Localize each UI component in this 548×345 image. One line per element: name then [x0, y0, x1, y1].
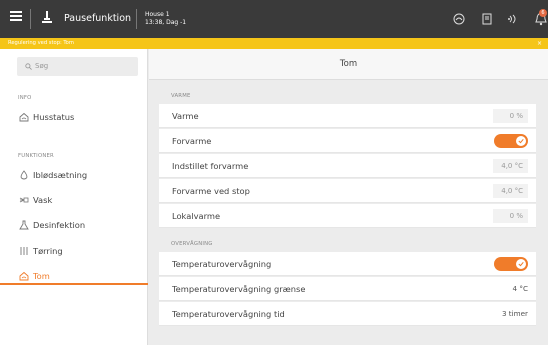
setting-label: Indstillet forvarme	[172, 161, 249, 171]
house-name: House 1	[145, 11, 170, 18]
forvarme-toggle[interactable]	[494, 134, 528, 148]
notification-badge: 6	[539, 9, 547, 17]
search-placeholder: Søg	[35, 62, 49, 70]
setting-row-indstillet-forvarme: Indstillet forvarme 4,0 °C	[159, 154, 536, 178]
setting-value-field[interactable]: 0 %	[493, 209, 528, 223]
setting-label: Temperaturovervågning grænse	[172, 284, 306, 294]
menu-icon[interactable]	[10, 11, 22, 21]
close-icon[interactable]: ×	[537, 38, 542, 49]
divider	[30, 9, 31, 29]
setting-value-field[interactable]: 4,0 °C	[493, 184, 528, 198]
sidebar-item-torring[interactable]: Tørring	[0, 240, 148, 262]
main-panel: Tom VARME Varme 0 % Forvarme Indstillet …	[149, 49, 548, 345]
setting-row-forvarme: Forvarme	[159, 129, 536, 153]
setting-label: Forvarme	[172, 136, 212, 146]
sidebar-item-iblodsaetning[interactable]: Iblødsætning	[0, 164, 148, 186]
setting-row-forvarme-ved-stop: Forvarme ved stop 4,0 °C	[159, 179, 536, 203]
setting-row-varme: Varme 0 %	[159, 104, 536, 128]
drop-icon	[20, 169, 28, 179]
setting-value-field[interactable]: 4,0 °C	[493, 159, 528, 173]
setting-label: Temperaturovervågning	[172, 259, 272, 269]
house-time: 13:38, Dag -1	[145, 19, 187, 26]
check-icon	[518, 261, 524, 267]
setting-label: Forvarme ved stop	[172, 186, 250, 196]
search-icon	[25, 62, 32, 70]
top-bar: Pausefunktion House 1 13:38, Dag -1 6	[0, 0, 548, 38]
page-title: Tom	[149, 49, 548, 80]
banner-text: Regulering ved stop: Tom	[8, 40, 74, 46]
setting-row-temperaturovervagning-graense[interactable]: Temperaturovervågning grænse 4 °C	[159, 277, 536, 301]
setting-value: 4 °C	[512, 284, 528, 293]
setting-label: Temperaturovervågning tid	[172, 309, 285, 319]
sidebar-item-label: Iblødsætning	[33, 170, 88, 180]
setting-value: 3 timer	[501, 309, 528, 318]
setting-row-temperaturovervagning-tid[interactable]: Temperaturovervågning tid 3 timer	[159, 302, 536, 326]
setting-label: Lokalvarme	[172, 211, 221, 221]
check-icon	[518, 138, 524, 144]
sidebar-item-husstatus[interactable]: Husstatus	[0, 106, 148, 128]
sidebar-item-label: Desinfektion	[33, 220, 86, 230]
search-input[interactable]: Søg	[17, 57, 138, 76]
sidebar-item-desinfektion[interactable]: Desinfektion	[0, 214, 148, 236]
section-label-funktioner: FUNKTIONER	[18, 153, 54, 159]
sidebar-item-label: Vask	[33, 195, 53, 205]
active-indicator	[0, 283, 148, 285]
dry-icon	[20, 246, 28, 255]
app-title: Pausefunktion	[64, 13, 132, 24]
sidebar-item-label: Husstatus	[33, 112, 75, 122]
house-icon	[19, 112, 29, 121]
sidebar: Søg INFO Husstatus FUNKTIONER Iblødsætni…	[0, 49, 148, 345]
divider	[136, 9, 137, 29]
gauge-icon[interactable]	[453, 13, 465, 25]
group-label-overvagning: OVERVÅGNING	[171, 241, 213, 247]
signal-icon[interactable]	[507, 13, 519, 25]
section-label-info: INFO	[18, 95, 32, 101]
house-empty-icon	[19, 271, 29, 280]
group-label-varme: VARME	[171, 93, 191, 99]
setting-row-temperaturovervagning: Temperaturovervågning	[159, 252, 536, 276]
flask-icon	[19, 220, 29, 229]
status-banner: Regulering ved stop: Tom ×	[0, 38, 548, 49]
sidebar-item-vask[interactable]: Vask	[0, 189, 148, 211]
setting-value-field[interactable]: 0 %	[493, 109, 528, 123]
setting-label: Varme	[172, 111, 199, 121]
house-info[interactable]: House 1 13:38, Dag -1	[145, 11, 186, 27]
document-icon[interactable]	[481, 13, 493, 25]
sidebar-item-label: Tørring	[33, 246, 63, 256]
pause-function-icon	[42, 11, 52, 23]
setting-row-lokalvarme: Lokalvarme 0 %	[159, 204, 536, 228]
spray-icon	[19, 197, 29, 202]
sidebar-item-label: Tom	[33, 271, 50, 281]
temperaturovervagning-toggle[interactable]	[494, 257, 528, 271]
